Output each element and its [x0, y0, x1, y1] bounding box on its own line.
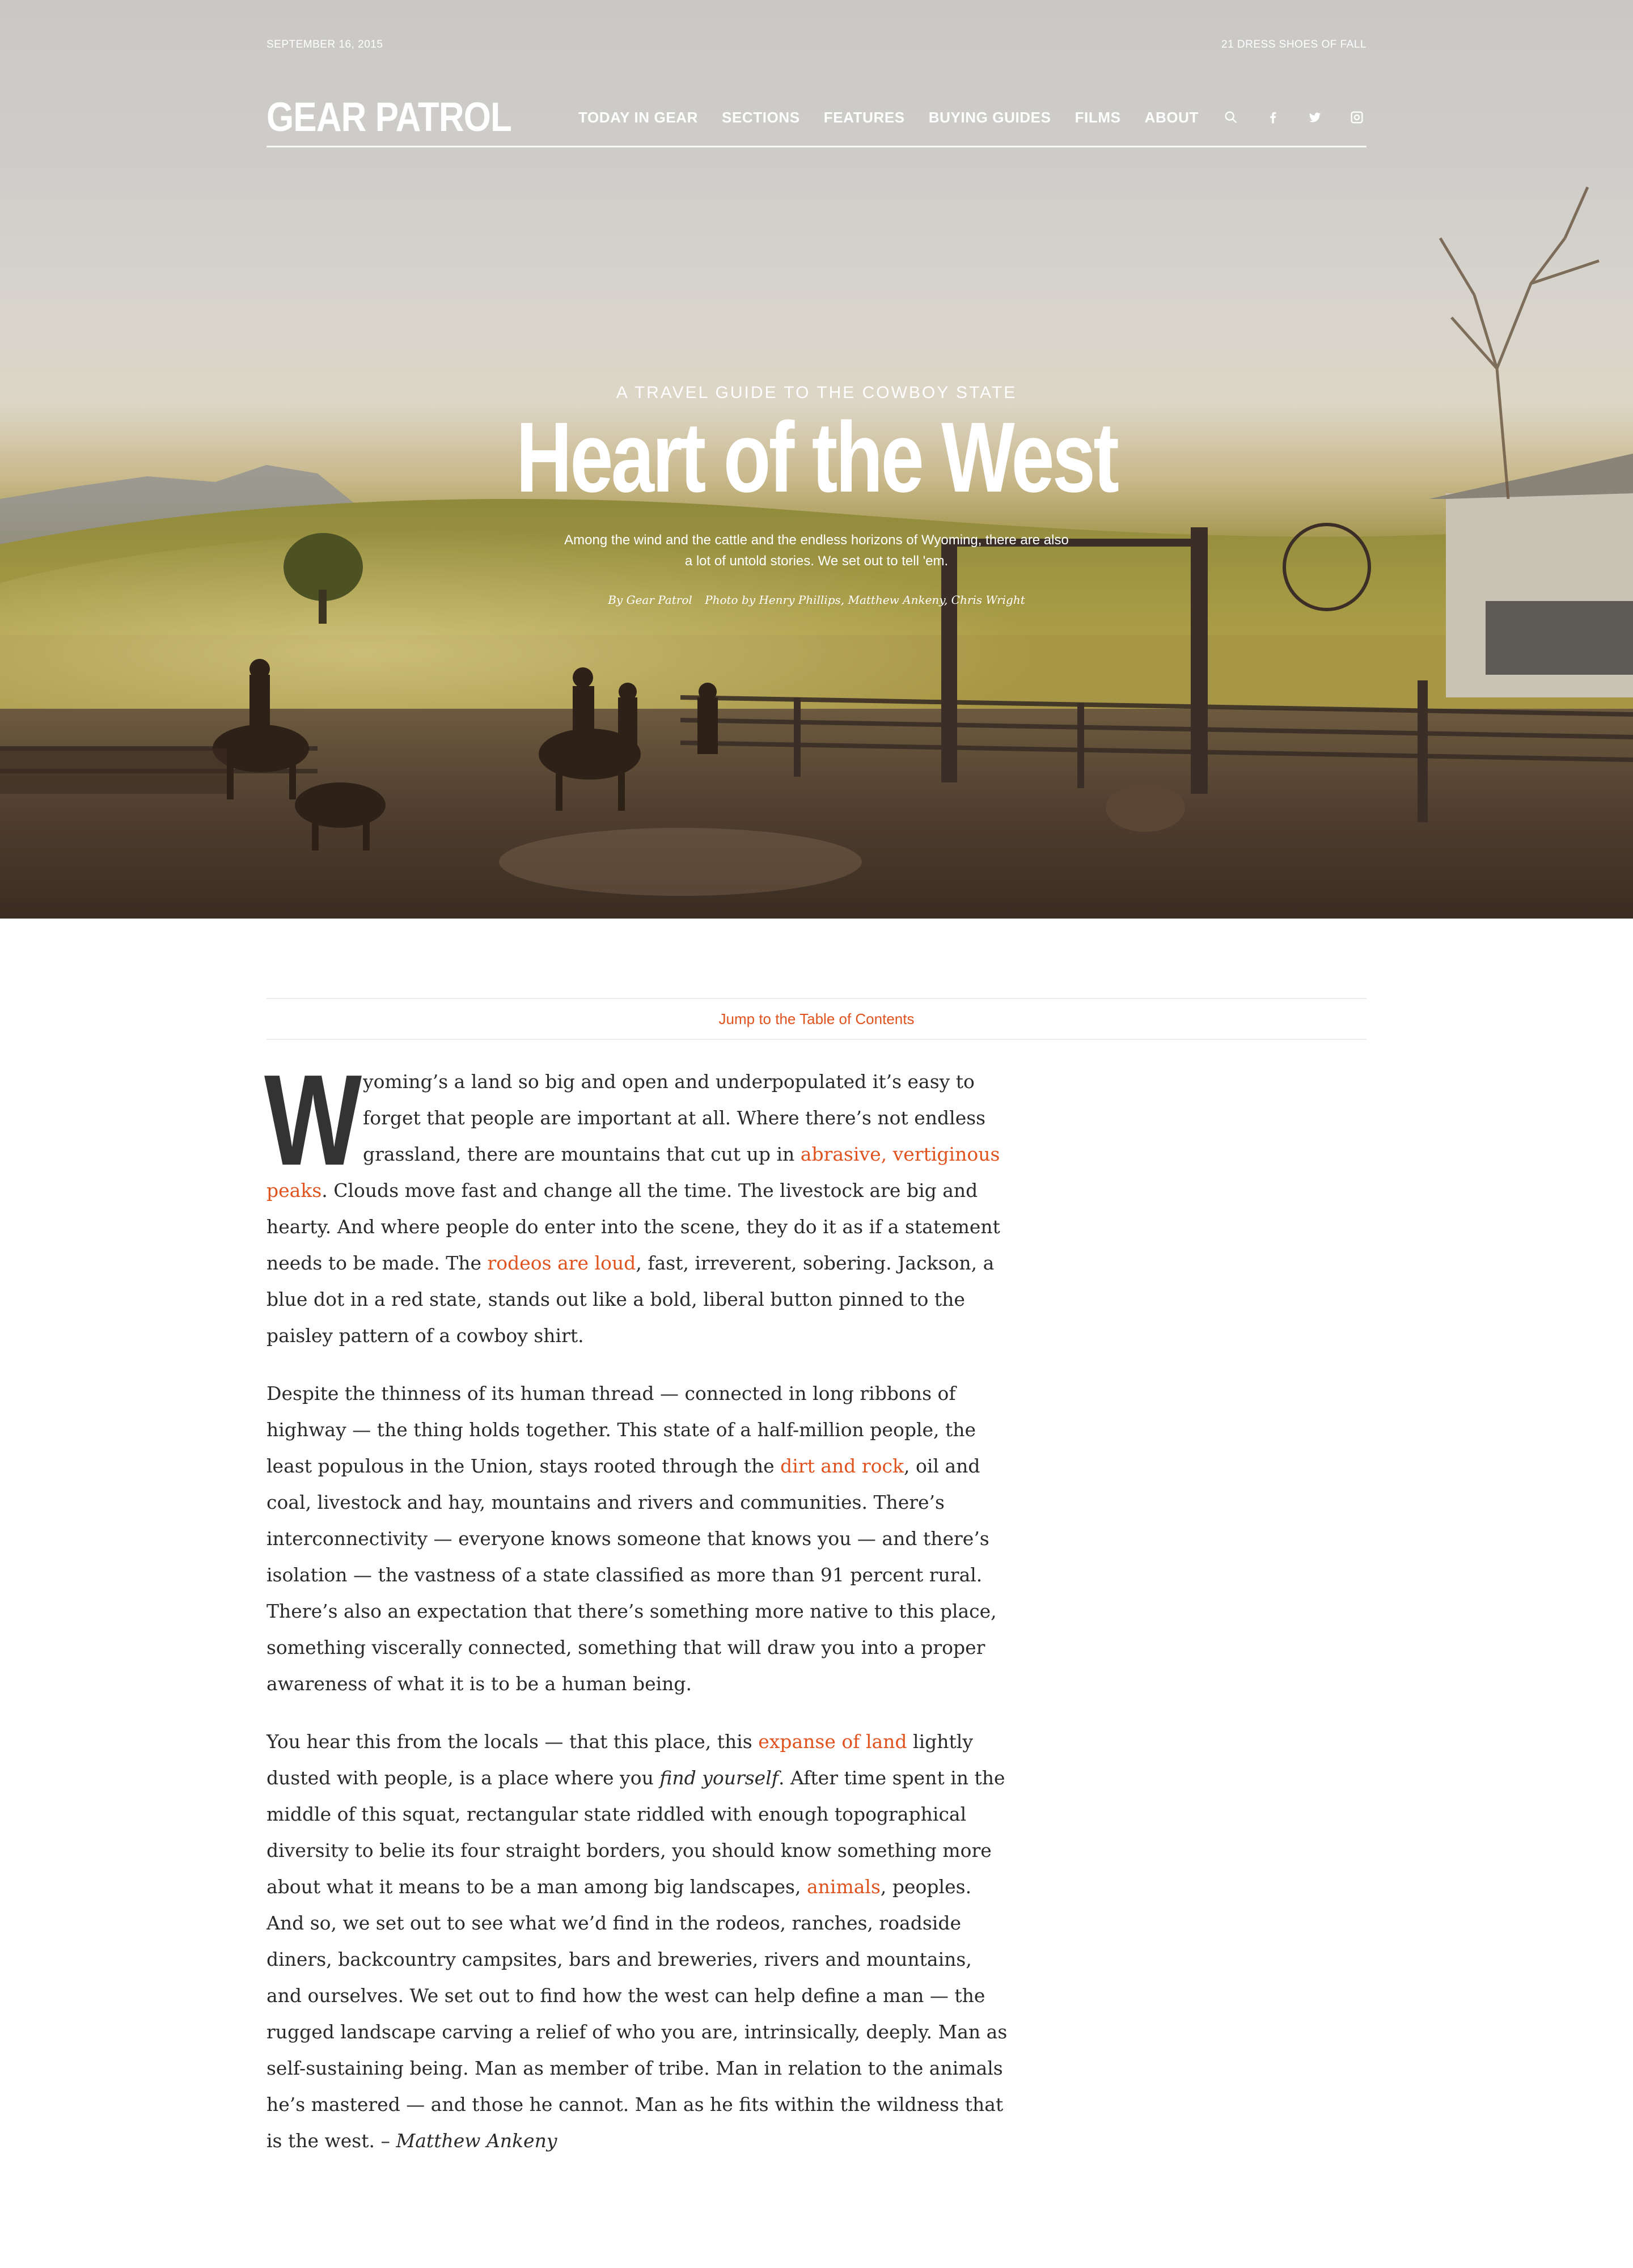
link-dirt-and-rock[interactable]: dirt and rock: [780, 1455, 904, 1477]
nav-films[interactable]: FILMS: [1075, 109, 1121, 126]
paragraph-text: , peoples. And so, we set out to see wha…: [266, 1876, 1008, 2152]
hero-banner: SEPTEMBER 16, 2015 21 DRESS SHOES OF FAL…: [0, 0, 1633, 919]
nav-about[interactable]: ABOUT: [1145, 109, 1199, 126]
jump-to-toc-link[interactable]: Jump to the Table of Contents: [719, 1010, 915, 1027]
page-title: Heart of the West: [515, 402, 1119, 513]
instagram-icon[interactable]: [1347, 108, 1367, 127]
link-animals[interactable]: animals: [807, 1876, 881, 1898]
hero-kicker: A TRAVEL GUIDE TO THE COWBOY STATE: [616, 383, 1017, 402]
nav-sections[interactable]: SECTIONS: [722, 109, 800, 126]
nav-buying-guides[interactable]: BUYING GUIDES: [929, 109, 1051, 126]
paragraph-text: , oil and coal, livestock and hay, mount…: [266, 1455, 997, 1695]
nav-today-in-gear[interactable]: TODAY IN GEAR: [578, 109, 698, 126]
hero-dek: Among the wind and the cattle and the en…: [564, 532, 1069, 569]
toc-jump-bar: Jump to the Table of Contents: [266, 998, 1367, 1040]
drop-cap: W: [264, 1048, 362, 1192]
publish-date: SEPTEMBER 16, 2015: [266, 39, 383, 50]
top-utility-bar: SEPTEMBER 16, 2015 21 DRESS SHOES OF FAL…: [266, 39, 1367, 61]
main-nav: TODAY IN GEAR SECTIONS FEATURES BUYING G…: [555, 108, 1367, 127]
author-signature: Matthew Ankeny: [396, 2130, 557, 2152]
article-body: Wyoming’s a land so big and open and und…: [264, 1048, 1009, 2181]
nav-features[interactable]: FEATURES: [824, 109, 905, 126]
search-icon[interactable]: [1221, 108, 1241, 127]
site-header: GEAR PATROL TODAY IN GEAR SECTIONS FEATU…: [266, 91, 1367, 147]
article-paragraph-3: You hear this from the locals — that thi…: [266, 1724, 1009, 2159]
promo-link[interactable]: 21 DRESS SHOES OF FALL: [1221, 39, 1367, 51]
article-paragraph-2: Despite the thinness of its human thread…: [266, 1376, 1009, 1702]
article-paragraph-1: Wyoming’s a land so big and open and und…: [264, 1048, 1009, 1354]
link-rodeos-are-loud[interactable]: rodeos are loud: [488, 1252, 636, 1274]
byline-photo-credit: Photo by Henry Phillips, Matthew Ankeny,…: [705, 593, 1025, 607]
byline-author[interactable]: By Gear Patrol: [608, 593, 692, 607]
site-logo[interactable]: GEAR PATROL: [266, 94, 512, 141]
byline: By Gear Patrol Photo by Henry Phillips, …: [0, 593, 1633, 607]
paragraph-text: You hear this from the locals — that thi…: [266, 1730, 759, 1753]
facebook-icon[interactable]: [1263, 108, 1283, 127]
emphasis-find-yourself: find yourself: [659, 1767, 779, 1789]
link-expanse-of-land[interactable]: expanse of land: [758, 1730, 907, 1753]
twitter-icon[interactable]: [1305, 108, 1325, 127]
